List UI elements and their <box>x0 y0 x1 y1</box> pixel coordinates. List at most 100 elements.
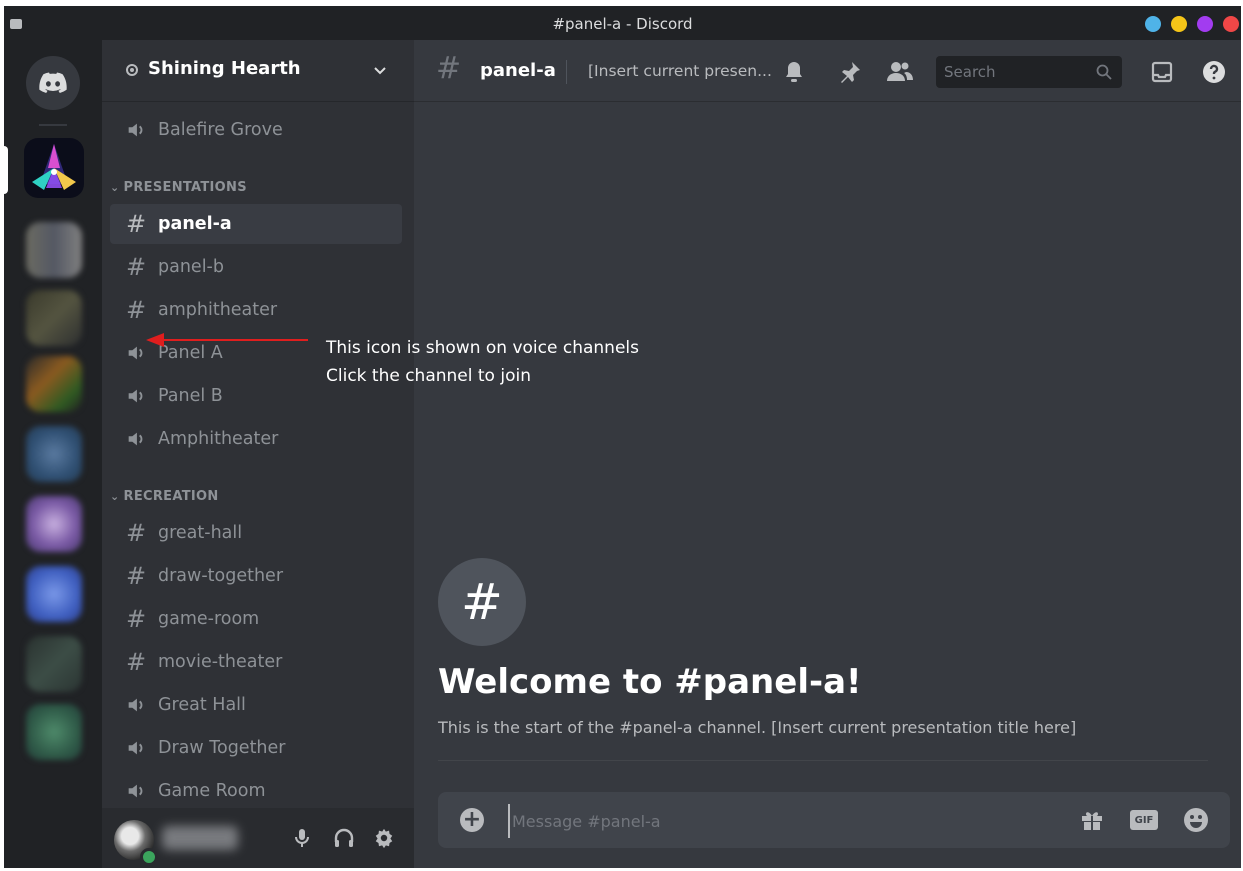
gift-button[interactable] <box>1078 806 1106 834</box>
channel-welcome-hash-icon: # <box>438 558 526 646</box>
gif-button[interactable]: GIF <box>1130 806 1158 834</box>
server-rail <box>4 40 102 868</box>
speaker-icon <box>124 384 148 408</box>
message-input[interactable] <box>508 804 1054 838</box>
selected-server-indicator <box>4 146 8 194</box>
server-icon-blurred-8[interactable] <box>26 704 82 760</box>
emoji-button[interactable] <box>1182 806 1210 834</box>
user-settings-button[interactable] <box>372 826 396 850</box>
hash-icon: # <box>125 562 147 590</box>
voice-channel-amphitheater[interactable]: Amphitheater <box>110 419 402 459</box>
discord-home-button[interactable] <box>26 56 80 110</box>
hash-icon: # <box>125 253 147 281</box>
server-name: Shining Hearth <box>148 58 301 79</box>
annotation-line-2: Click the channel to join <box>326 366 531 386</box>
window-button-2[interactable] <box>1171 16 1187 32</box>
voice-channel-game-room[interactable]: Game Room <box>110 771 402 811</box>
pin-icon <box>841 62 860 83</box>
server-icon-shining-hearth[interactable] <box>24 138 84 198</box>
server-icon-blurred-2[interactable] <box>26 290 82 346</box>
user-panel <box>102 808 414 868</box>
voice-channel-draw-together[interactable]: Draw Together <box>110 728 402 768</box>
annotation-line-1: This icon is shown on voice channels <box>326 338 639 358</box>
hash-icon: # <box>125 648 147 676</box>
hash-icon: # <box>125 296 147 324</box>
text-channel-panel-b[interactable]: # panel-b <box>110 247 402 287</box>
mute-microphone-button[interactable] <box>290 826 314 850</box>
speaker-icon <box>124 693 148 717</box>
window-button-1[interactable] <box>1145 16 1161 32</box>
server-header[interactable]: Shining Hearth <box>102 40 414 102</box>
chat-divider <box>438 760 1208 761</box>
channel-title: panel-a <box>480 60 556 81</box>
members-icon <box>887 62 913 81</box>
help-icon <box>1203 61 1225 83</box>
text-channel-great-hall[interactable]: # great-hall <box>110 513 402 553</box>
voice-channel-great-hall[interactable]: Great Hall <box>110 685 402 725</box>
pinned-messages-button[interactable] <box>836 58 864 86</box>
headphones-icon <box>334 828 354 847</box>
username-redacted <box>162 826 238 850</box>
speaker-icon <box>124 779 148 803</box>
text-channel-draw-together[interactable]: # draw-together <box>110 556 402 596</box>
hash-icon: # <box>125 519 147 547</box>
window-close-button[interactable] <box>1223 16 1239 32</box>
text-channel-amphitheater[interactable]: # amphitheater <box>110 290 402 330</box>
help-button[interactable] <box>1200 58 1228 86</box>
server-icon-blurred-1[interactable] <box>26 222 82 278</box>
server-icon-blurred-6[interactable] <box>26 566 82 622</box>
chevron-down-icon: ⌄ <box>110 181 120 194</box>
gear-icon <box>375 828 393 849</box>
gift-icon <box>1082 812 1102 830</box>
speaker-icon <box>124 118 148 142</box>
online-status-dot <box>140 848 158 866</box>
text-channel-panel-a[interactable]: # panel-a <box>110 204 402 244</box>
server-icon-blurred-7[interactable] <box>26 636 82 692</box>
notification-settings-button[interactable] <box>780 58 808 86</box>
channel-sidebar: Shining Hearth Balefire Grove ⌄ PRESENTA… <box>102 40 414 868</box>
rail-separator <box>39 124 67 126</box>
channel-header: # panel-a [Insert current presen... <box>414 40 1241 102</box>
message-composer: + GIF <box>438 792 1230 848</box>
search-input[interactable] <box>936 56 1102 88</box>
server-boost-icon <box>126 64 138 76</box>
upload-plus-button[interactable]: + <box>460 808 484 832</box>
window-title: #panel-a - Discord <box>552 15 693 33</box>
channel-topic[interactable]: [Insert current presen... <box>588 62 772 80</box>
welcome-description: This is the start of the #panel-a channe… <box>438 718 1077 737</box>
text-channel-movie-theater[interactable]: # movie-theater <box>110 642 402 682</box>
inbox-button[interactable] <box>1148 58 1176 86</box>
hash-icon: # <box>125 210 147 238</box>
chevron-down-icon <box>374 67 386 75</box>
microphone-icon <box>295 829 309 847</box>
hash-icon: # <box>125 605 147 633</box>
header-divider <box>566 60 567 84</box>
welcome-title: Welcome to #panel-a! <box>438 662 862 702</box>
speaker-icon <box>124 427 148 451</box>
inbox-icon <box>1151 61 1173 83</box>
title-bar: #panel-a - Discord <box>4 6 1241 40</box>
discord-window: #panel-a - Discord Shining Hearth Balefi… <box>4 6 1241 868</box>
gif-icon: GIF <box>1130 810 1158 830</box>
category-recreation[interactable]: ⌄ RECREATION <box>110 489 219 504</box>
voice-channel-balefire-grove[interactable]: Balefire Grove <box>110 110 402 150</box>
server-icon-blurred-3[interactable] <box>26 356 82 412</box>
window-button-3[interactable] <box>1197 16 1213 32</box>
search-icon <box>1096 64 1112 80</box>
deafen-button[interactable] <box>332 826 356 850</box>
annotation-text: This icon is shown on voice channels Cli… <box>326 334 639 390</box>
server-icon-blurred-5[interactable] <box>26 496 82 552</box>
chevron-down-icon: ⌄ <box>110 490 120 503</box>
server-icon-blurred-4[interactable] <box>26 426 82 482</box>
category-presentations[interactable]: ⌄ PRESENTATIONS <box>110 180 247 195</box>
bell-icon <box>786 62 802 82</box>
member-list-button[interactable] <box>886 58 914 86</box>
chat-area: # panel-a [Insert current presen... Sear… <box>414 40 1241 868</box>
text-channel-game-room[interactable]: # game-room <box>110 599 402 639</box>
speaker-icon <box>124 341 148 365</box>
search-box[interactable] <box>936 56 1122 88</box>
discord-logo-icon <box>39 72 67 93</box>
server-crystal-icon <box>32 144 76 190</box>
speaker-icon <box>124 736 148 760</box>
smiley-icon <box>1184 808 1208 832</box>
